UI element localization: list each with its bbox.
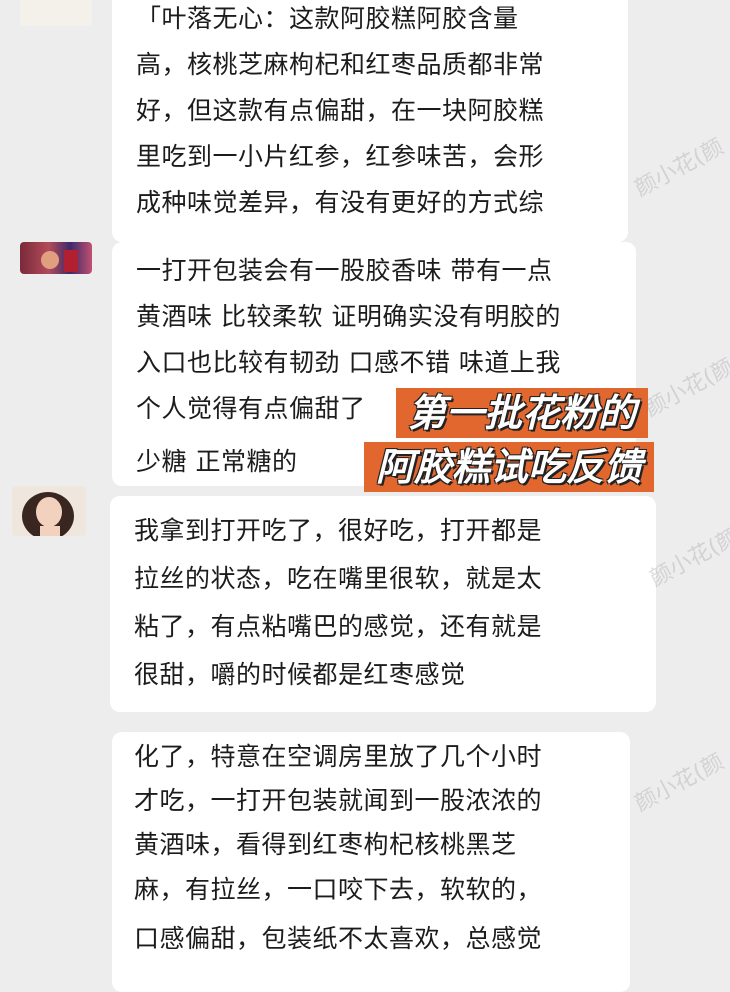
message-bubble-4: 化了，特意在空调房里放了几个小时 才吃，一打开包装就闻到一股浓浓的 黄酒味，看得…	[112, 732, 630, 992]
message-line: 一打开包装会有一股胶香味 带有一点	[136, 256, 553, 285]
message-line: 麻，有拉丝，一口咬下去，软软的，	[134, 875, 543, 904]
message-line: 个人觉得有点偏甜了	[136, 394, 366, 423]
message-line: 成种味觉差异，有没有更好的方式综	[136, 188, 545, 217]
message-line: 我拿到打开吃了，很好吃，打开都是	[134, 516, 543, 545]
message-line: 很甜，嚼的时候都是红枣感觉	[134, 660, 466, 689]
message-line: 粘了，有点粘嘴巴的感觉，还有就是	[134, 612, 543, 641]
watermark-text: 颜小花(颜	[640, 354, 730, 422]
message-line: 入口也比较有韧劲 口感不错 味道上我	[136, 348, 561, 377]
message-line: 高，核桃芝麻枸杞和红枣品质都非常	[136, 50, 545, 79]
avatar-third[interactable]	[12, 486, 86, 536]
message-line: 化了，特意在空调房里放了几个小时	[134, 742, 543, 771]
message-line: 好，但这款有点偏甜，在一块阿胶糕	[136, 96, 545, 125]
avatar-doodle-icon	[20, 0, 92, 26]
watermark-text: 颜小花(颜	[630, 749, 728, 817]
banner-line-1: 第一批花粉的	[396, 388, 649, 438]
avatar-woman-icon	[22, 492, 74, 536]
message-bubble-3: 我拿到打开吃了，很好吃，打开都是 拉丝的状态，吃在嘴里很软，就是太 粘了，有点粘…	[110, 496, 656, 712]
avatar-second[interactable]	[20, 242, 92, 274]
message-line: 口感偏甜，包装纸不太喜欢，总感觉	[134, 924, 543, 953]
message-line: 拉丝的状态，吃在嘴里很软，就是太	[134, 564, 543, 593]
message-line: 少糖 正常糖的	[136, 447, 298, 476]
message-line: 才吃，一打开包装就闻到一股浓浓的	[134, 786, 543, 815]
watermark-text: 颜小花(颜	[645, 524, 730, 592]
avatar-top[interactable]	[20, 0, 92, 26]
avatar-photo-icon	[41, 250, 78, 272]
message-bubble-1: 「叶落无心：这款阿胶糕阿胶含量 高，核桃芝麻枸杞和红枣品质都非常 好，但这款有点…	[112, 0, 628, 242]
banner-line-2: 阿胶糕试吃反馈	[364, 442, 655, 492]
watermark-text: 颜小花(颜	[630, 134, 728, 202]
message-line: 黄酒味，看得到红枣枸杞核桃黑芝	[134, 830, 517, 859]
message-line: 黄酒味 比较柔软 证明确实没有明胶的	[136, 302, 561, 331]
message-line: 里吃到一小片红参，红参味苦，会形	[136, 142, 545, 171]
message-line: 「叶落无心：这款阿胶糕阿胶含量	[136, 4, 519, 33]
